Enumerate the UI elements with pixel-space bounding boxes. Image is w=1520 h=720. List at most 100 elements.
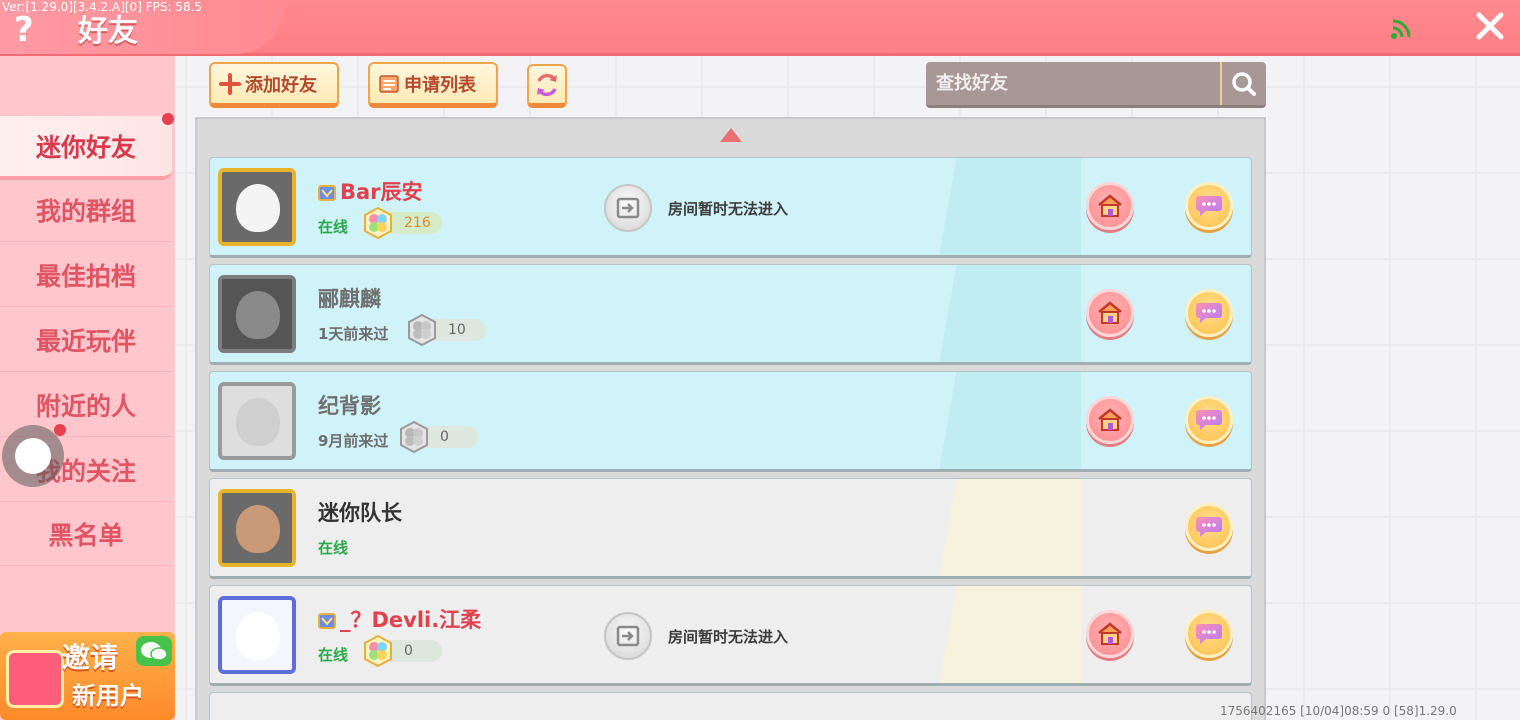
room-status-text: 房间暂时无法进入: [668, 200, 789, 218]
refresh-button[interactable]: [527, 64, 567, 108]
chat-bubble-icon: [1196, 517, 1222, 537]
avatar[interactable]: [218, 489, 296, 567]
sidebar-item-0[interactable]: 迷你好友: [0, 116, 172, 180]
row-decoration: [921, 586, 1081, 683]
avatar-face: [236, 398, 280, 446]
sidebar-item-label: 最近玩伴: [35, 326, 136, 356]
visit-home-button[interactable]: [1086, 396, 1134, 444]
avatar-face: [236, 291, 280, 339]
list-item[interactable]: 郦麒麟 1天前来过 10: [209, 264, 1252, 365]
add-friend-button[interactable]: 添加好友: [209, 62, 339, 108]
friend-name-text: _？Devli.江柔: [340, 608, 482, 632]
home-icon: [1098, 408, 1122, 431]
friend-name: 纪背影: [318, 390, 381, 420]
clover-level-icon: [408, 314, 436, 346]
list-item[interactable]: 迷你队长 在线: [209, 478, 1252, 579]
invite-new-user-banner[interactable]: 邀请 新用户: [0, 632, 175, 720]
sidebar-item-label: 附近的人: [35, 391, 136, 421]
friend-name: 郦麒麟: [318, 283, 381, 313]
sidebar-item-label: 迷你好友: [35, 133, 136, 162]
search-icon: [1232, 71, 1256, 96]
room-status-text: 房间暂时无法进入: [668, 628, 789, 646]
vip-badge-icon: [318, 185, 336, 201]
floating-assist-ball[interactable]: [2, 425, 64, 487]
scroll-up-arrow-icon[interactable]: [720, 128, 742, 142]
row-decoration: [921, 372, 1081, 469]
friend-name-text: 纪背影: [318, 394, 381, 418]
friend-name-text: Bar辰安: [340, 180, 423, 204]
top-bar: Ver:[1.29.0][3.4.2.A][0] FPS: 58.5 ? 好友: [0, 0, 1520, 56]
enter-room-button[interactable]: [604, 184, 652, 232]
home-icon: [1098, 622, 1122, 645]
visit-home-button[interactable]: [1086, 182, 1134, 230]
sidebar-item-6[interactable]: 黑名单: [0, 502, 172, 566]
notification-dot: [162, 113, 174, 125]
chat-button[interactable]: [1185, 396, 1233, 444]
row-decoration: [921, 265, 1081, 362]
friend-status: 9月前来过: [318, 432, 389, 450]
apply-list-button[interactable]: 申请列表: [368, 62, 498, 108]
clover-level-icon: [400, 421, 428, 453]
page-title: 好友: [78, 14, 138, 49]
avatar[interactable]: [218, 382, 296, 460]
list-icon: [379, 74, 399, 93]
friend-status: 在线: [318, 539, 349, 557]
wechat-icon: [136, 636, 172, 666]
sidebar-item-1[interactable]: 我的群组: [0, 178, 172, 242]
wifi-signal-icon: [1391, 19, 1411, 39]
invite-title: 邀请: [62, 641, 119, 674]
avatar-face: [236, 184, 280, 232]
close-icon[interactable]: [1474, 10, 1506, 42]
clover-level-icon: [364, 635, 392, 667]
avatar-face: [236, 505, 280, 553]
avatar-face: [236, 612, 280, 660]
friend-name-text: 郦麒麟: [318, 287, 381, 311]
enter-room-icon: [616, 197, 640, 219]
sidebar-item-label: 最佳拍档: [35, 261, 136, 291]
chat-button[interactable]: [1185, 182, 1233, 230]
enter-room-button[interactable]: [604, 612, 652, 660]
apply-list-label: 申请列表: [404, 74, 476, 96]
chat-bubble-icon: [1196, 624, 1222, 644]
visit-home-button[interactable]: [1086, 610, 1134, 658]
visit-home-button[interactable]: [1086, 289, 1134, 337]
avatar[interactable]: [218, 168, 296, 246]
friend-status: 在线: [318, 218, 349, 236]
friend-status: 1天前来过: [318, 325, 389, 343]
chat-button[interactable]: [1185, 503, 1233, 551]
list-item[interactable]: Bar辰安 在线 216 房间暂时无法进入: [209, 157, 1252, 258]
list-item[interactable]: _？Devli.江柔 在线 0 房间暂时无法进入: [209, 585, 1252, 686]
chat-button[interactable]: [1185, 610, 1233, 658]
avatar[interactable]: [218, 596, 296, 674]
question-mark-icon[interactable]: ?: [14, 10, 34, 50]
list-item[interactable]: [209, 692, 1252, 720]
search-input[interactable]: [926, 62, 1218, 105]
sidebar-item-label: 黑名单: [48, 520, 124, 550]
enter-room-icon: [616, 625, 640, 647]
friend-name: Bar辰安: [318, 176, 423, 206]
search-button[interactable]: [1220, 62, 1266, 105]
sidebar-item-3[interactable]: 最近玩伴: [0, 308, 172, 372]
friend-name: 迷你队长: [318, 497, 402, 527]
list-item[interactable]: 纪背影 9月前来过 0: [209, 371, 1252, 472]
chat-button[interactable]: [1185, 289, 1233, 337]
refresh-icon: [537, 73, 557, 96]
chat-bubble-icon: [1196, 196, 1222, 216]
sidebar-item-2[interactable]: 最佳拍档: [0, 243, 172, 307]
chat-bubble-icon: [1196, 410, 1222, 430]
avatar[interactable]: [218, 275, 296, 353]
invite-subtitle: 新用户: [72, 682, 144, 710]
friend-status: 在线: [318, 646, 349, 664]
row-decoration: [921, 158, 1081, 255]
gift-icon: [6, 650, 64, 708]
home-icon: [1098, 194, 1122, 217]
plus-icon: [219, 72, 241, 95]
build-info: 1756402165 [10/04]08:59 0 [58]1.29.0: [1220, 704, 1457, 718]
chat-bubble-icon: [1196, 303, 1222, 323]
search-box: [926, 62, 1266, 108]
friend-name-text: 迷你队长: [318, 501, 402, 525]
friend-name: _？Devli.江柔: [318, 604, 481, 634]
home-icon: [1098, 301, 1122, 324]
row-decoration: [921, 479, 1081, 576]
clover-level-icon: [364, 207, 392, 239]
